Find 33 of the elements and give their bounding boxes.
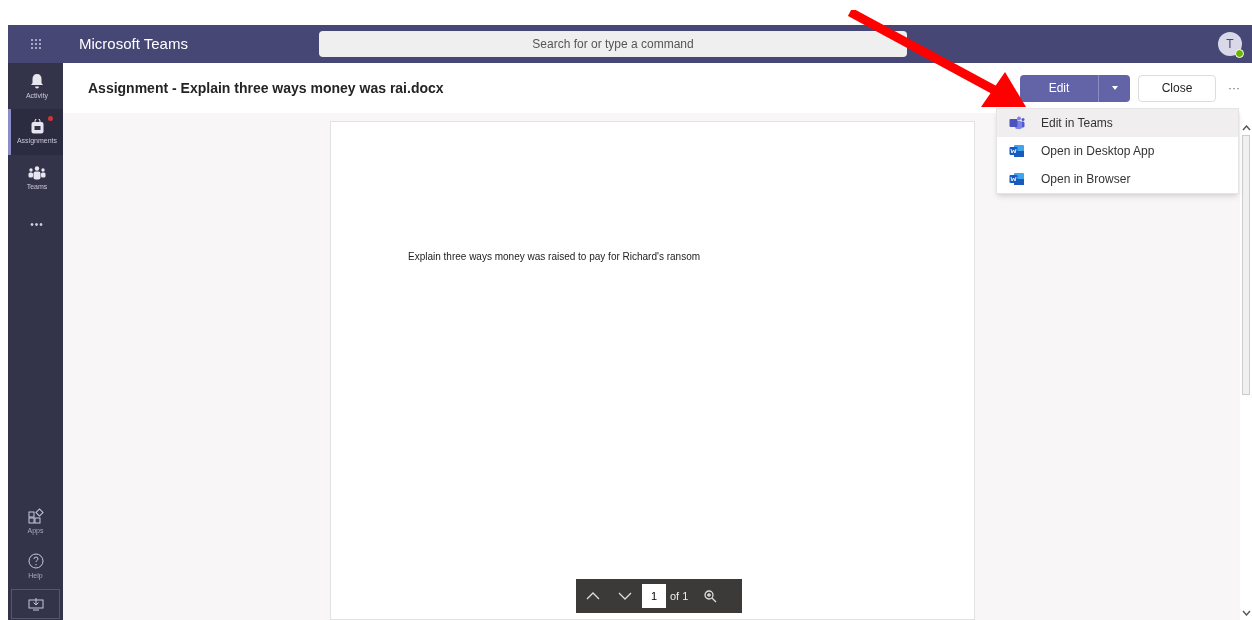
edit-dropdown-button[interactable] bbox=[1098, 74, 1130, 102]
scroll-up-icon[interactable] bbox=[1241, 125, 1251, 131]
download-icon bbox=[27, 597, 44, 611]
zoom-icon[interactable] bbox=[704, 589, 718, 603]
edit-button[interactable]: Edit bbox=[1020, 74, 1098, 102]
page-number-field[interactable]: 1 bbox=[642, 584, 666, 608]
scroll-down-icon[interactable] bbox=[1241, 610, 1251, 616]
help-icon bbox=[27, 553, 44, 569]
download-button[interactable] bbox=[11, 589, 60, 619]
search-field[interactable]: Search for or type a command bbox=[319, 31, 907, 57]
scrollbar[interactable] bbox=[1240, 113, 1252, 620]
more-options-button[interactable]: ··· bbox=[1228, 79, 1240, 97]
teams-logo-icon bbox=[1009, 116, 1025, 130]
bell-icon bbox=[30, 72, 44, 89]
apps-icon bbox=[27, 508, 44, 524]
backpack-icon bbox=[30, 119, 44, 134]
rail-item[interactable]: ••• bbox=[8, 201, 63, 247]
app-title: Microsoft Teams bbox=[79, 33, 189, 54]
user-avatar[interactable]: T bbox=[1218, 32, 1242, 56]
document-text: Explain three ways money was raised to pay for Richard's ransom bbox=[408, 250, 701, 264]
caret-icon bbox=[1111, 86, 1118, 90]
page-down-icon[interactable] bbox=[618, 592, 632, 600]
menu-item[interactable]: Open in Browser bbox=[997, 165, 1238, 193]
page-count: of 1 bbox=[670, 588, 689, 604]
menu-item[interactable]: Edit in Teams bbox=[997, 109, 1238, 137]
menu-item[interactable]: Open in Desktop App bbox=[997, 137, 1238, 165]
document-logo-icon bbox=[1009, 144, 1025, 158]
app-launcher-icon[interactable] bbox=[29, 38, 42, 50]
close-button[interactable]: Close bbox=[1138, 74, 1216, 102]
page-up-icon[interactable] bbox=[586, 592, 600, 600]
people-icon bbox=[28, 165, 46, 180]
document-logo-icon bbox=[1009, 172, 1025, 186]
document-title: Assignment - Explain three ways money was rai.docx bbox=[88, 78, 444, 98]
